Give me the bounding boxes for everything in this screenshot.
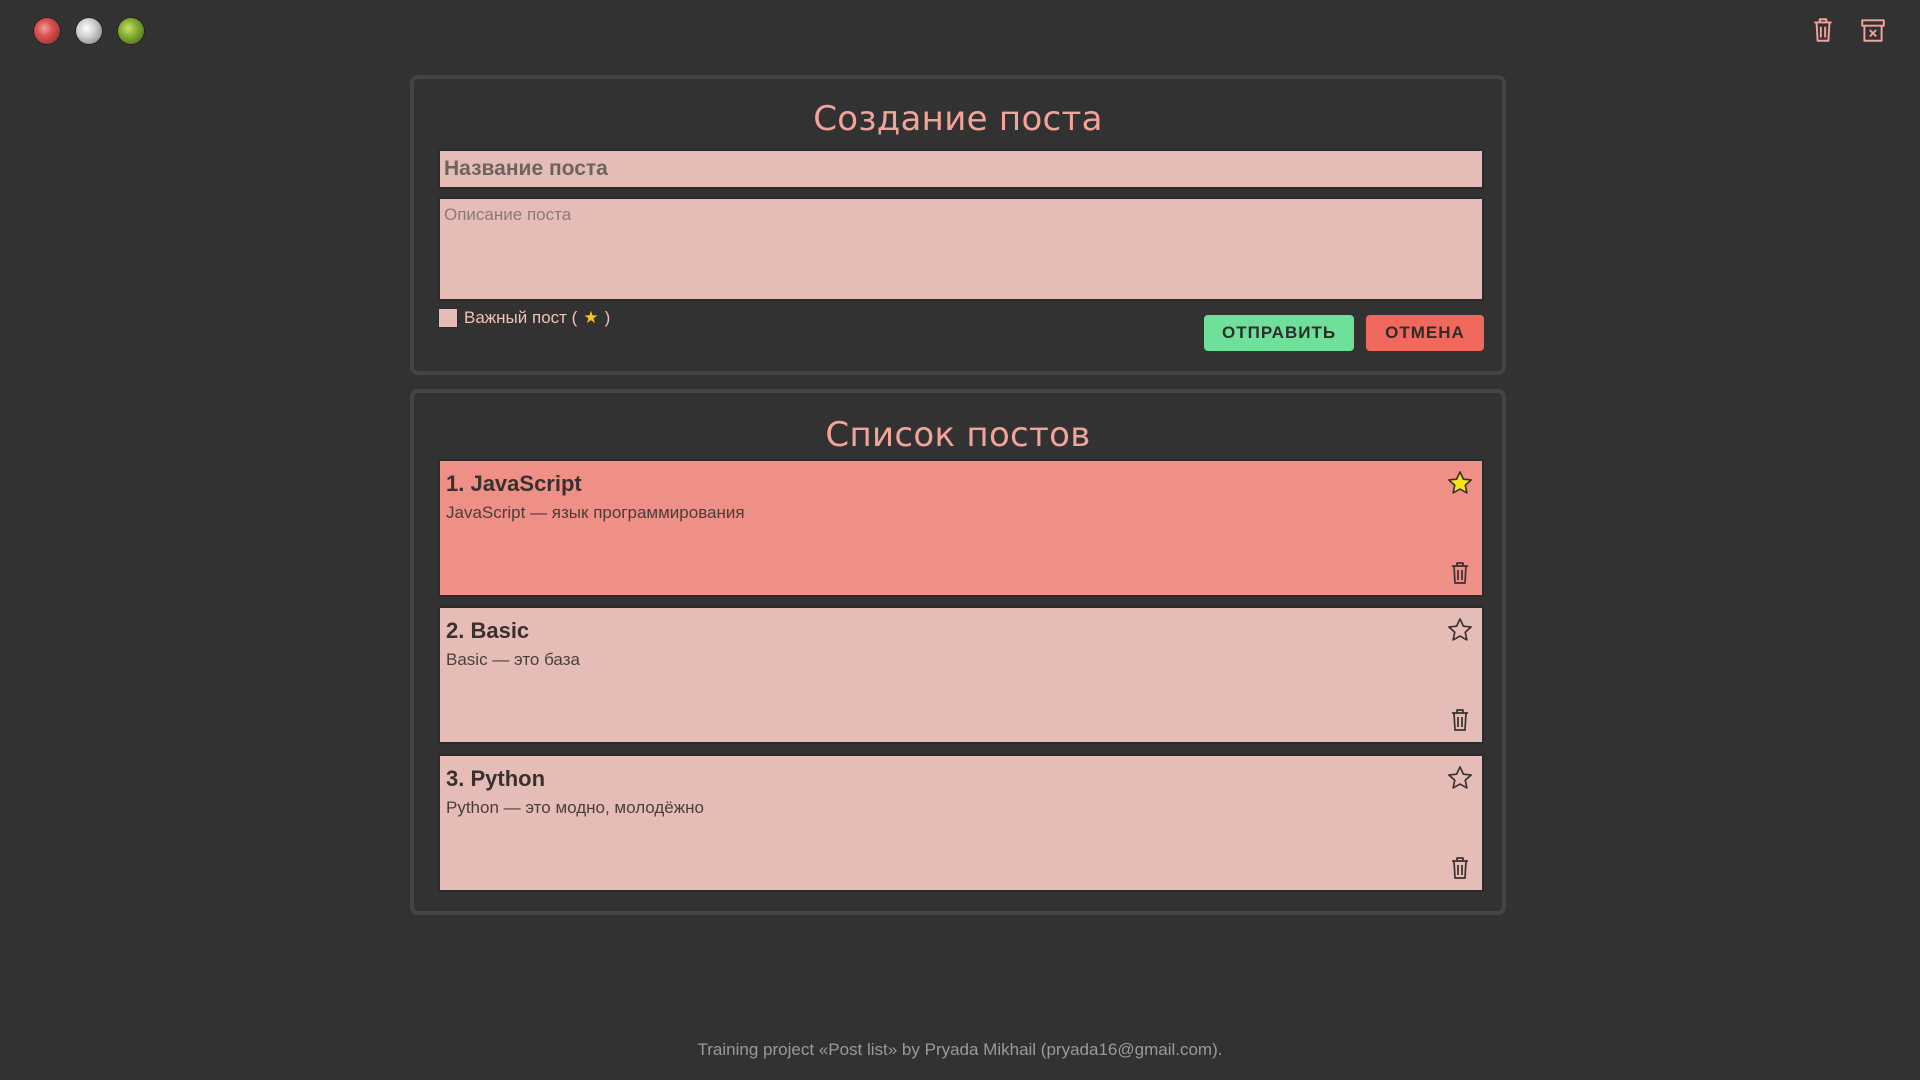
list-item: 3. Python Python — это модно, молодёжно: [438, 754, 1484, 892]
create-post-heading: Создание поста: [813, 99, 1103, 139]
post-title-input[interactable]: [438, 149, 1484, 189]
trash-icon[interactable]: [1810, 16, 1836, 44]
list-item: 1. JavaScript JavaScript — язык программ…: [438, 459, 1484, 597]
archive-remove-icon[interactable]: [1860, 16, 1886, 44]
important-label-close: ): [604, 308, 611, 327]
list-item: 2. Basic Basic — это база: [438, 606, 1484, 744]
important-checkbox[interactable]: [438, 308, 458, 328]
footer-credit: Training project «Post list» by Pryada M…: [697, 1040, 1223, 1059]
post-description: Python — это модно, молодёжно: [446, 798, 704, 817]
top-actions: [1810, 16, 1886, 44]
theme-red-button[interactable]: [34, 18, 60, 44]
post-title: 2. Basic: [446, 618, 530, 643]
delete-icon[interactable]: [1448, 559, 1472, 587]
post-description: Basic — это база: [446, 650, 580, 669]
theme-gray-button[interactable]: [76, 18, 102, 44]
delete-icon[interactable]: [1448, 854, 1472, 882]
send-button[interactable]: ОТПРАВИТЬ: [1204, 315, 1354, 351]
important-post-option[interactable]: Важный пост ( ★ ): [438, 308, 610, 328]
post-title: 3. Python: [446, 766, 546, 791]
post-description-input[interactable]: [438, 197, 1484, 301]
star-outline-icon[interactable]: [1446, 764, 1474, 792]
star-outline-icon[interactable]: [1446, 616, 1474, 644]
delete-icon[interactable]: [1448, 706, 1472, 734]
post-list-heading: Список постов: [825, 415, 1091, 455]
create-post-panel: Создание поста Важный пост ( ★ ) ОТПРАВИ…: [410, 75, 1506, 375]
post-title: 1. JavaScript: [446, 471, 582, 496]
cancel-button[interactable]: ОТМЕНА: [1366, 315, 1484, 351]
theme-green-button[interactable]: [118, 18, 144, 44]
star-icon: ★: [583, 308, 599, 327]
post-description: JavaScript — язык программирования: [446, 503, 745, 522]
star-filled-icon[interactable]: [1446, 469, 1474, 497]
theme-switcher: [34, 18, 144, 44]
post-list-panel: Список постов 1. JavaScript JavaScript —…: [410, 389, 1506, 915]
important-label: Важный пост (: [464, 308, 578, 327]
